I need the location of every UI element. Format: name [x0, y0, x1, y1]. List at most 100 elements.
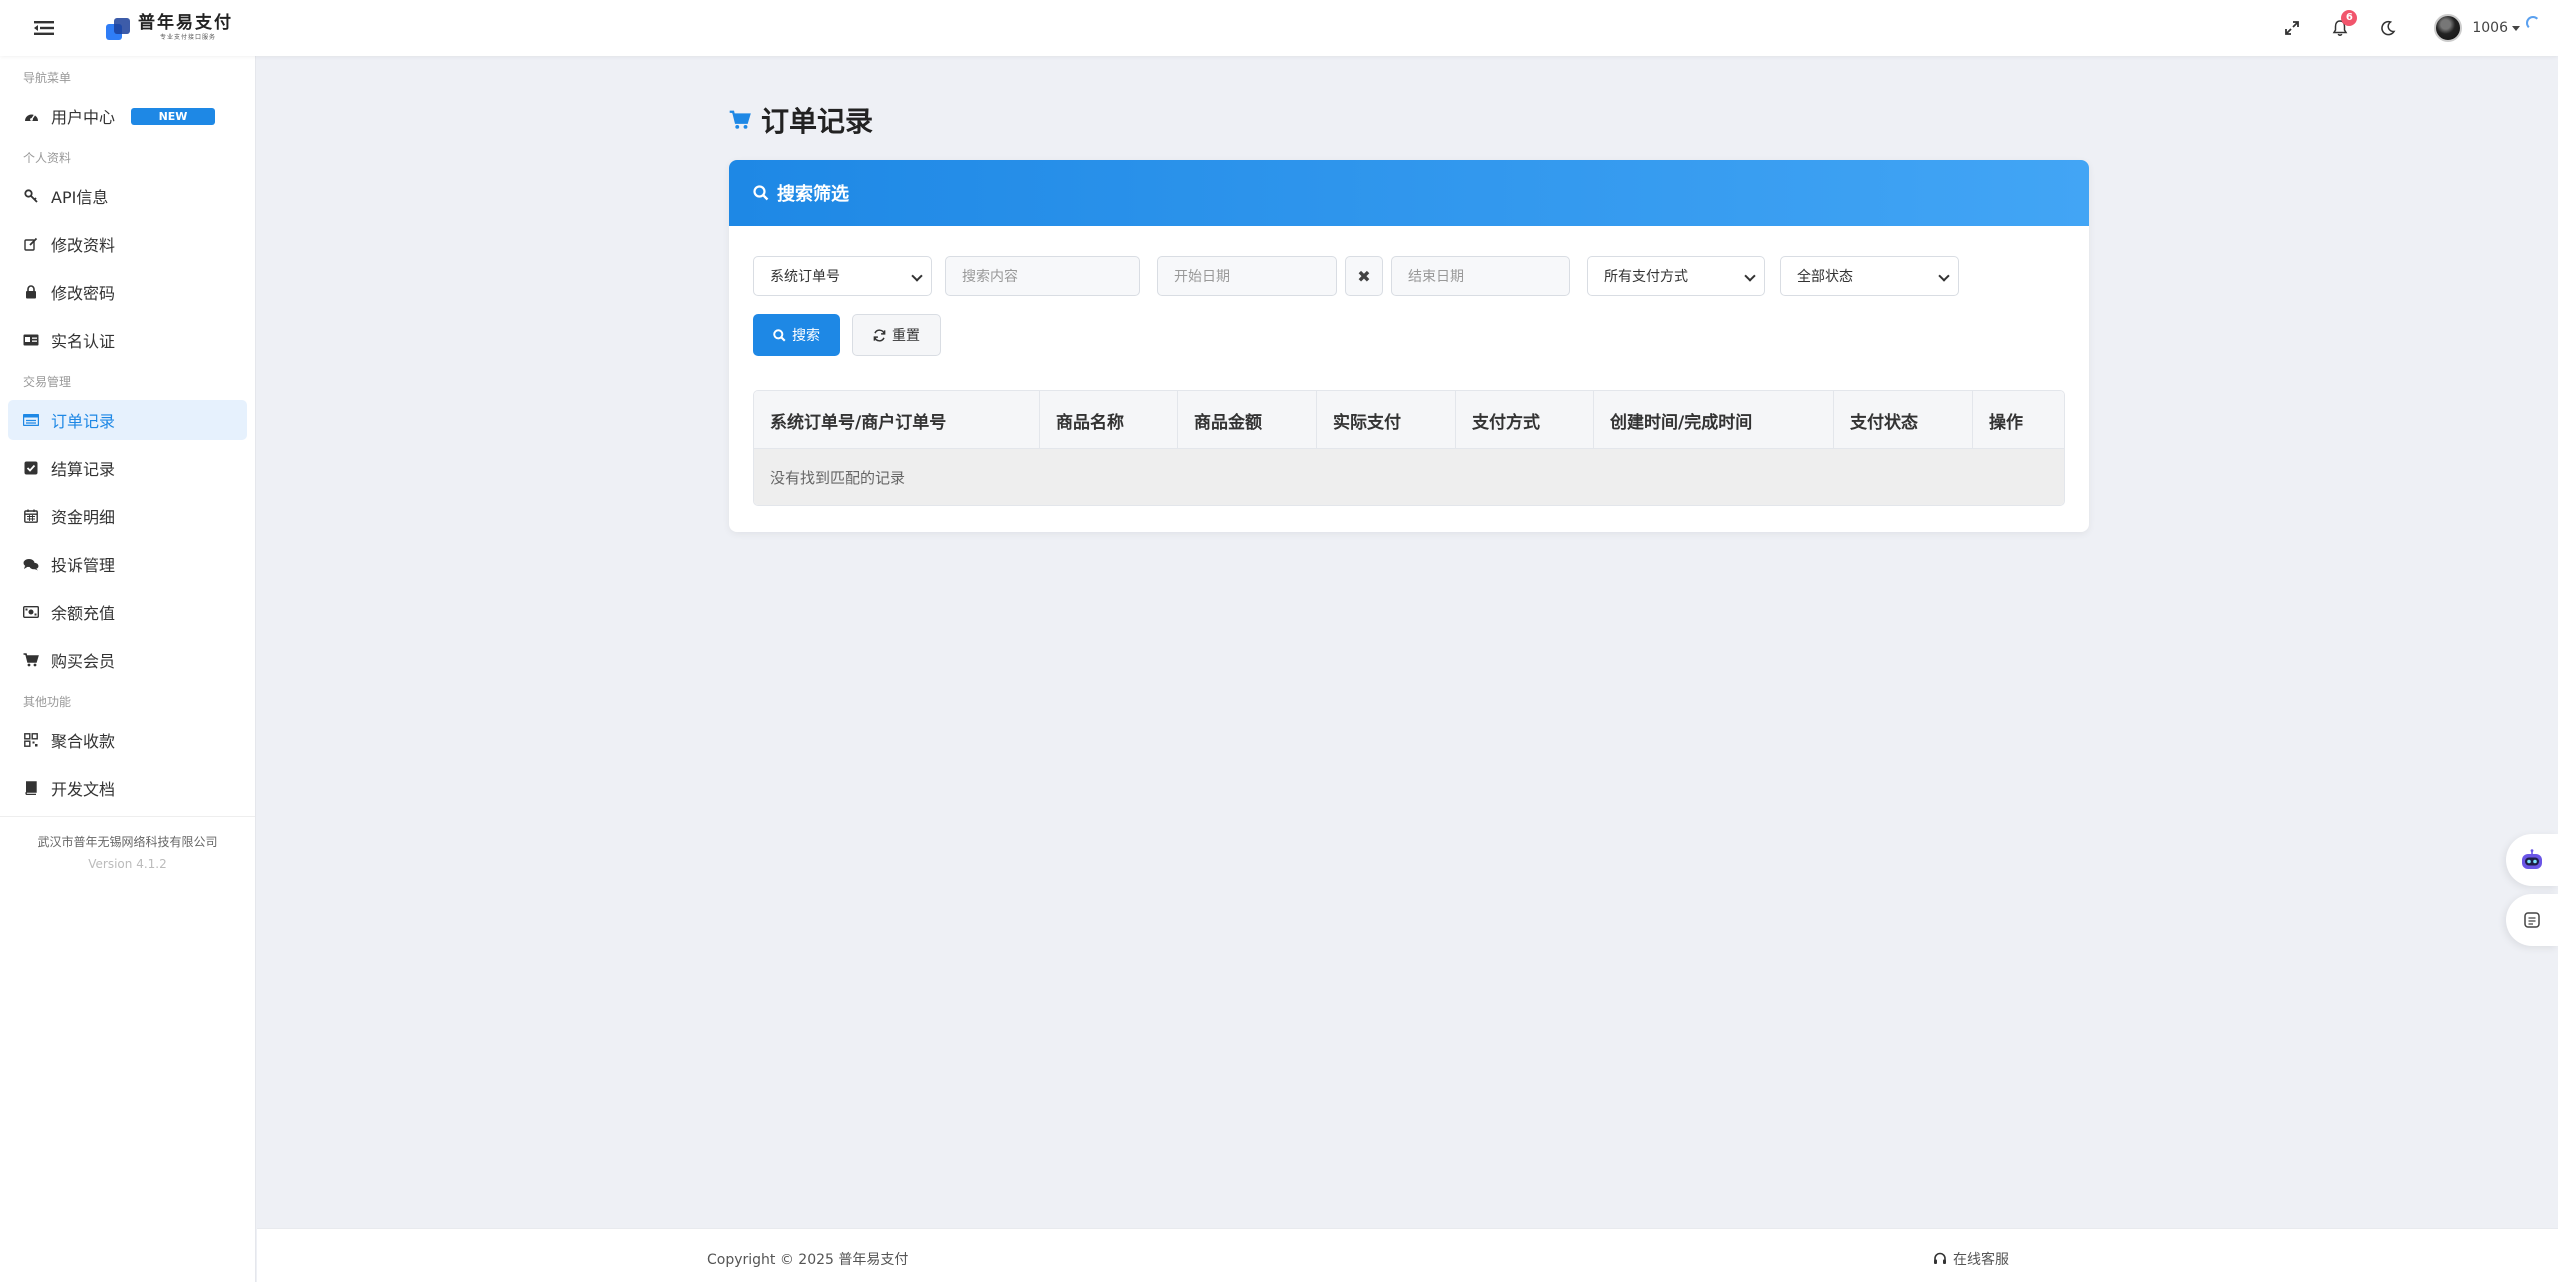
qrcode-icon [23, 732, 39, 748]
column-header[interactable]: 创建时间/完成时间 [1594, 391, 1834, 449]
robot-icon [2522, 849, 2542, 869]
sidebar-item-aggregate-payment[interactable]: 聚合收款 [8, 720, 247, 760]
id-card-icon [23, 332, 39, 348]
pay-method-select[interactable]: 所有支付方式 [1587, 256, 1765, 296]
dashboard-icon [23, 108, 39, 124]
notification-bell-icon[interactable]: 6 [2316, 4, 2364, 52]
page-title: 订单记录 [761, 105, 874, 138]
logo-subtitle: 专业支付接口服务 [160, 34, 217, 41]
sidebar-item-label: 实名认证 [51, 332, 116, 351]
chevron-down-icon [2512, 25, 2520, 31]
sidebar-item-label: 结算记录 [51, 460, 116, 479]
version-text: Version 4.1.2 [88, 857, 167, 871]
book-icon [23, 780, 39, 796]
loading-spinner-icon [2526, 16, 2540, 30]
sidebar-section-title: 个人资料 [23, 151, 72, 165]
sidebar-item-label: 修改资料 [51, 236, 116, 255]
table-header: 系统订单号/商户订单号 商品名称 商品金额 实际支付 支付方式 创建时间/完成时… [754, 391, 2064, 449]
search-input[interactable]: 搜索内容 [945, 256, 1140, 296]
sidebar-item-label: 修改密码 [51, 284, 116, 303]
logo[interactable]: 普年易支付 专业支付接口服务 [106, 15, 233, 41]
page-header: 订单记录 [729, 100, 873, 140]
filter-row: 系统订单号 搜索内容 开始日期 ✖ 结束日期 所有支付方式 全部状态 [753, 256, 1959, 296]
sidebar-item-complaints[interactable]: 投诉管理 [8, 544, 247, 584]
new-badge: NEW [131, 107, 216, 125]
sidebar-item-order-records[interactable]: 订单记录 [8, 400, 247, 440]
main-content: 订单记录 搜索筛选 系统订单号 搜索内容 开始日期 ✖ 结束日期 所有支付方式 … [257, 56, 2558, 1228]
sidebar-section-title: 其他功能 [23, 695, 72, 709]
reset-button[interactable]: 重置 [852, 314, 941, 356]
sidebar-item-label: API信息 [51, 188, 109, 207]
search-icon [753, 185, 769, 201]
sidebar-item-label: 聚合收款 [51, 732, 116, 751]
headset-icon [1934, 1252, 1946, 1264]
sidebar: 导航菜单 用户中心 NEW 个人资料 API信息 修改资料 修改密码 实名认证 … [0, 56, 256, 1282]
sidebar-item-change-password[interactable]: 修改密码 [8, 272, 247, 312]
search-icon [773, 328, 786, 342]
money-icon [23, 604, 39, 620]
sidebar-item-fund-details[interactable]: 资金明细 [8, 496, 247, 536]
top-navbar: 普年易支付 专业支付接口服务 6 1006 [0, 0, 2558, 56]
column-header[interactable]: 支付方式 [1456, 391, 1594, 449]
sidebar-item-label: 开发文档 [51, 780, 116, 799]
column-header[interactable]: 商品名称 [1040, 391, 1178, 449]
cart-icon [729, 110, 751, 129]
logo-icon [106, 16, 132, 40]
user-menu[interactable]: 1006 [2434, 14, 2540, 42]
sidebar-item-edit-profile[interactable]: 修改资料 [8, 224, 247, 264]
search-field-select[interactable]: 系统订单号 [753, 256, 932, 296]
sidebar-footer: 武汉市普年无锡网络科技有限公司 Version 4.1.2 [0, 816, 255, 875]
dark-mode-moon-icon[interactable] [2364, 4, 2412, 52]
menu-toggle-icon[interactable] [32, 18, 56, 38]
status-select[interactable]: 全部状态 [1780, 256, 1959, 296]
column-header: 操作 [1989, 412, 2023, 433]
note-icon [2524, 912, 2540, 928]
avatar [2434, 14, 2463, 42]
online-support-link[interactable]: 在线客服 [1933, 1249, 2009, 1269]
orders-table: 系统订单号/商户订单号 商品名称 商品金额 实际支付 支付方式 创建时间/完成时… [753, 390, 2065, 506]
notification-badge: 6 [2341, 10, 2358, 26]
logo-title: 普年易支付 [138, 13, 233, 33]
sidebar-section-title: 交易管理 [23, 375, 72, 389]
end-date-input[interactable]: 结束日期 [1391, 256, 1570, 296]
sidebar-item-dev-docs[interactable]: 开发文档 [8, 768, 247, 808]
online-support-label: 在线客服 [1953, 1252, 2009, 1268]
page-footer: Copyright © 2025 普年易支付 在线客服 [257, 1228, 2558, 1282]
column-header[interactable]: 商品金额 [1178, 391, 1317, 449]
cart-icon [23, 652, 39, 668]
key-icon [23, 188, 39, 204]
fullscreen-icon[interactable] [2268, 4, 2316, 52]
sidebar-item-label: 用户中心 [51, 108, 116, 127]
card-header: 搜索筛选 [729, 160, 2089, 226]
card-title: 搜索筛选 [777, 184, 849, 205]
check-square-icon [23, 460, 39, 476]
reset-button-label: 重置 [892, 328, 920, 344]
search-button[interactable]: 搜索 [753, 314, 840, 356]
column-header[interactable]: 实际支付 [1317, 391, 1456, 449]
start-date-input[interactable]: 开始日期 [1157, 256, 1337, 296]
column-header[interactable]: 支付状态 [1834, 391, 1973, 449]
sidebar-item-label: 订单记录 [51, 412, 116, 431]
search-button-label: 搜索 [792, 328, 820, 344]
clear-date-icon[interactable]: ✖ [1345, 256, 1383, 296]
lock-icon [23, 284, 39, 300]
company-name: 武汉市普年无锡网络科技有限公司 [37, 835, 218, 849]
chat-robot-button[interactable] [2506, 834, 2558, 886]
column-header[interactable]: 系统订单号/商户订单号 [754, 391, 1040, 449]
edit-icon [23, 236, 39, 252]
sidebar-section-title: 导航菜单 [23, 71, 72, 85]
search-filter-card: 搜索筛选 系统订单号 搜索内容 开始日期 ✖ 结束日期 所有支付方式 全部状态 … [729, 160, 2089, 532]
sidebar-item-settlement-records[interactable]: 结算记录 [8, 448, 247, 488]
username: 1006 [2472, 20, 2508, 36]
feedback-button[interactable] [2506, 894, 2558, 946]
comments-icon [23, 556, 39, 572]
sidebar-item-user-center[interactable]: 用户中心 NEW [8, 96, 247, 136]
sidebar-item-label: 资金明细 [51, 508, 116, 527]
sidebar-item-label: 余额充值 [51, 604, 116, 623]
sidebar-item-label: 投诉管理 [51, 556, 116, 575]
sidebar-item-buy-membership[interactable]: 购买会员 [8, 640, 247, 680]
sidebar-item-balance-recharge[interactable]: 余额充值 [8, 592, 247, 632]
empty-table-message: 没有找到匹配的记录 [754, 449, 2064, 505]
sidebar-item-api-info[interactable]: API信息 [8, 176, 247, 216]
sidebar-item-verification[interactable]: 实名认证 [8, 320, 247, 360]
